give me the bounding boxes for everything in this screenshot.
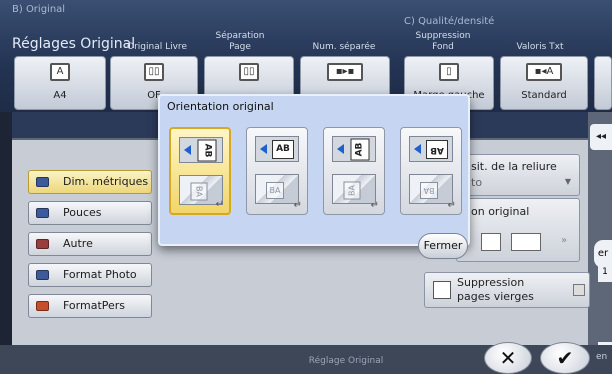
other-icon (36, 239, 49, 249)
section-c-label: C) Qualité/densité (404, 16, 495, 27)
a-page-icon: A (50, 63, 70, 81)
two-pages-icon: ▯▯ (239, 63, 259, 81)
pouces-button[interactable]: Pouces (28, 201, 152, 225)
orientation-panel[interactable]: on original » (456, 198, 580, 262)
reglage-original-label: Réglage Original (308, 356, 384, 366)
reliure-select[interactable]: sit. de la reliure to ▼ (456, 154, 580, 196)
overflow-tab[interactable] (594, 56, 612, 110)
format-photo-button[interactable]: Format Photo (28, 263, 152, 287)
formatpers-button[interactable]: FormatPers (28, 294, 152, 318)
text-enhance-icon: ▪◂A (526, 63, 562, 81)
orientation-option-4[interactable]: AB BA ↵ (400, 127, 462, 215)
output-icon: BA (332, 174, 376, 204)
suppression-pages-label: Suppression pages vierges (457, 276, 534, 303)
return-icon: ↵ (370, 200, 379, 211)
orientation-mini-icon (481, 233, 501, 251)
dim-metriques-button[interactable]: Dim. métriques (28, 170, 152, 194)
formatpers-label: FormatPers (63, 299, 126, 312)
close-button[interactable]: Fermer (418, 233, 468, 259)
format-photo-label: Format Photo (63, 268, 137, 281)
output-icon: BA (409, 174, 453, 204)
tab-num-label: Num. séparée (312, 42, 376, 52)
reliure-label: sit. de la reliure (471, 160, 557, 173)
pouces-label: Pouces (63, 206, 102, 219)
original-icon: AB (332, 136, 376, 162)
blank-page-icon (433, 281, 451, 299)
tab-separation-label: Séparation Page (215, 31, 265, 52)
scan-pages-icon: ▪▸▪ (327, 63, 363, 81)
return-icon: ↵ (447, 200, 456, 211)
original-icon: AB (409, 136, 453, 162)
orientation-option-3[interactable]: AB BA ↵ (323, 127, 385, 215)
photo-icon (36, 270, 49, 280)
autre-label: Autre (63, 237, 93, 250)
metric-icon (36, 177, 49, 187)
tab-standard-label: Standard (521, 90, 567, 101)
autre-button[interactable]: Autre (28, 232, 152, 256)
valoris-txt-tab[interactable]: ▪◂A Standard (500, 56, 588, 110)
original-icon: AB (255, 136, 299, 162)
ok-button[interactable]: ✔ (540, 342, 590, 374)
tab-original-livre-label: Original Livre (127, 42, 187, 52)
orientation-popup: Orientation original AB BA ↵ AB BA ↵ AB … (158, 94, 470, 259)
orientation-option-2[interactable]: AB BA ↵ (246, 127, 308, 215)
original-icon: AB (179, 137, 223, 163)
orientation-option-1[interactable]: AB BA ↵ (169, 127, 231, 215)
orientation-panel-label: on original (471, 205, 530, 218)
inch-icon (36, 208, 49, 218)
chevron-down-icon: ▼ (564, 177, 571, 186)
tab-valoris-label: Valoris Txt (516, 42, 564, 52)
section-b-label: B) Original (12, 4, 66, 15)
side-collapse-tab[interactable]: ◂◂ (590, 124, 612, 150)
return-icon: ↵ (215, 199, 224, 210)
original-size-tab[interactable]: A A4 (14, 56, 106, 110)
cancel-button[interactable]: ✕ (484, 342, 532, 374)
next-arrow-icon: » (561, 235, 568, 246)
tab-suppression-label: Suppression Fond (415, 31, 471, 52)
background-icon: ▯ (439, 63, 459, 81)
checkbox[interactable] (573, 284, 585, 296)
popup-title: Orientation original (167, 100, 274, 113)
output-icon: BA (255, 174, 299, 204)
dim-metriques-label: Dim. métriques (63, 175, 149, 188)
reliure-value: to (471, 176, 483, 189)
return-icon: ↵ (293, 200, 302, 211)
tab-a4-label: A4 (53, 90, 67, 101)
book-icon: ▯▯ (144, 63, 164, 81)
orientation-mini-icon-2 (511, 233, 541, 251)
custom-format-icon (36, 301, 49, 311)
side-en-label: en (596, 352, 608, 362)
side-1-tab[interactable]: 1 (598, 262, 612, 282)
suppression-pages-toggle[interactable]: Suppression pages vierges (424, 272, 590, 308)
